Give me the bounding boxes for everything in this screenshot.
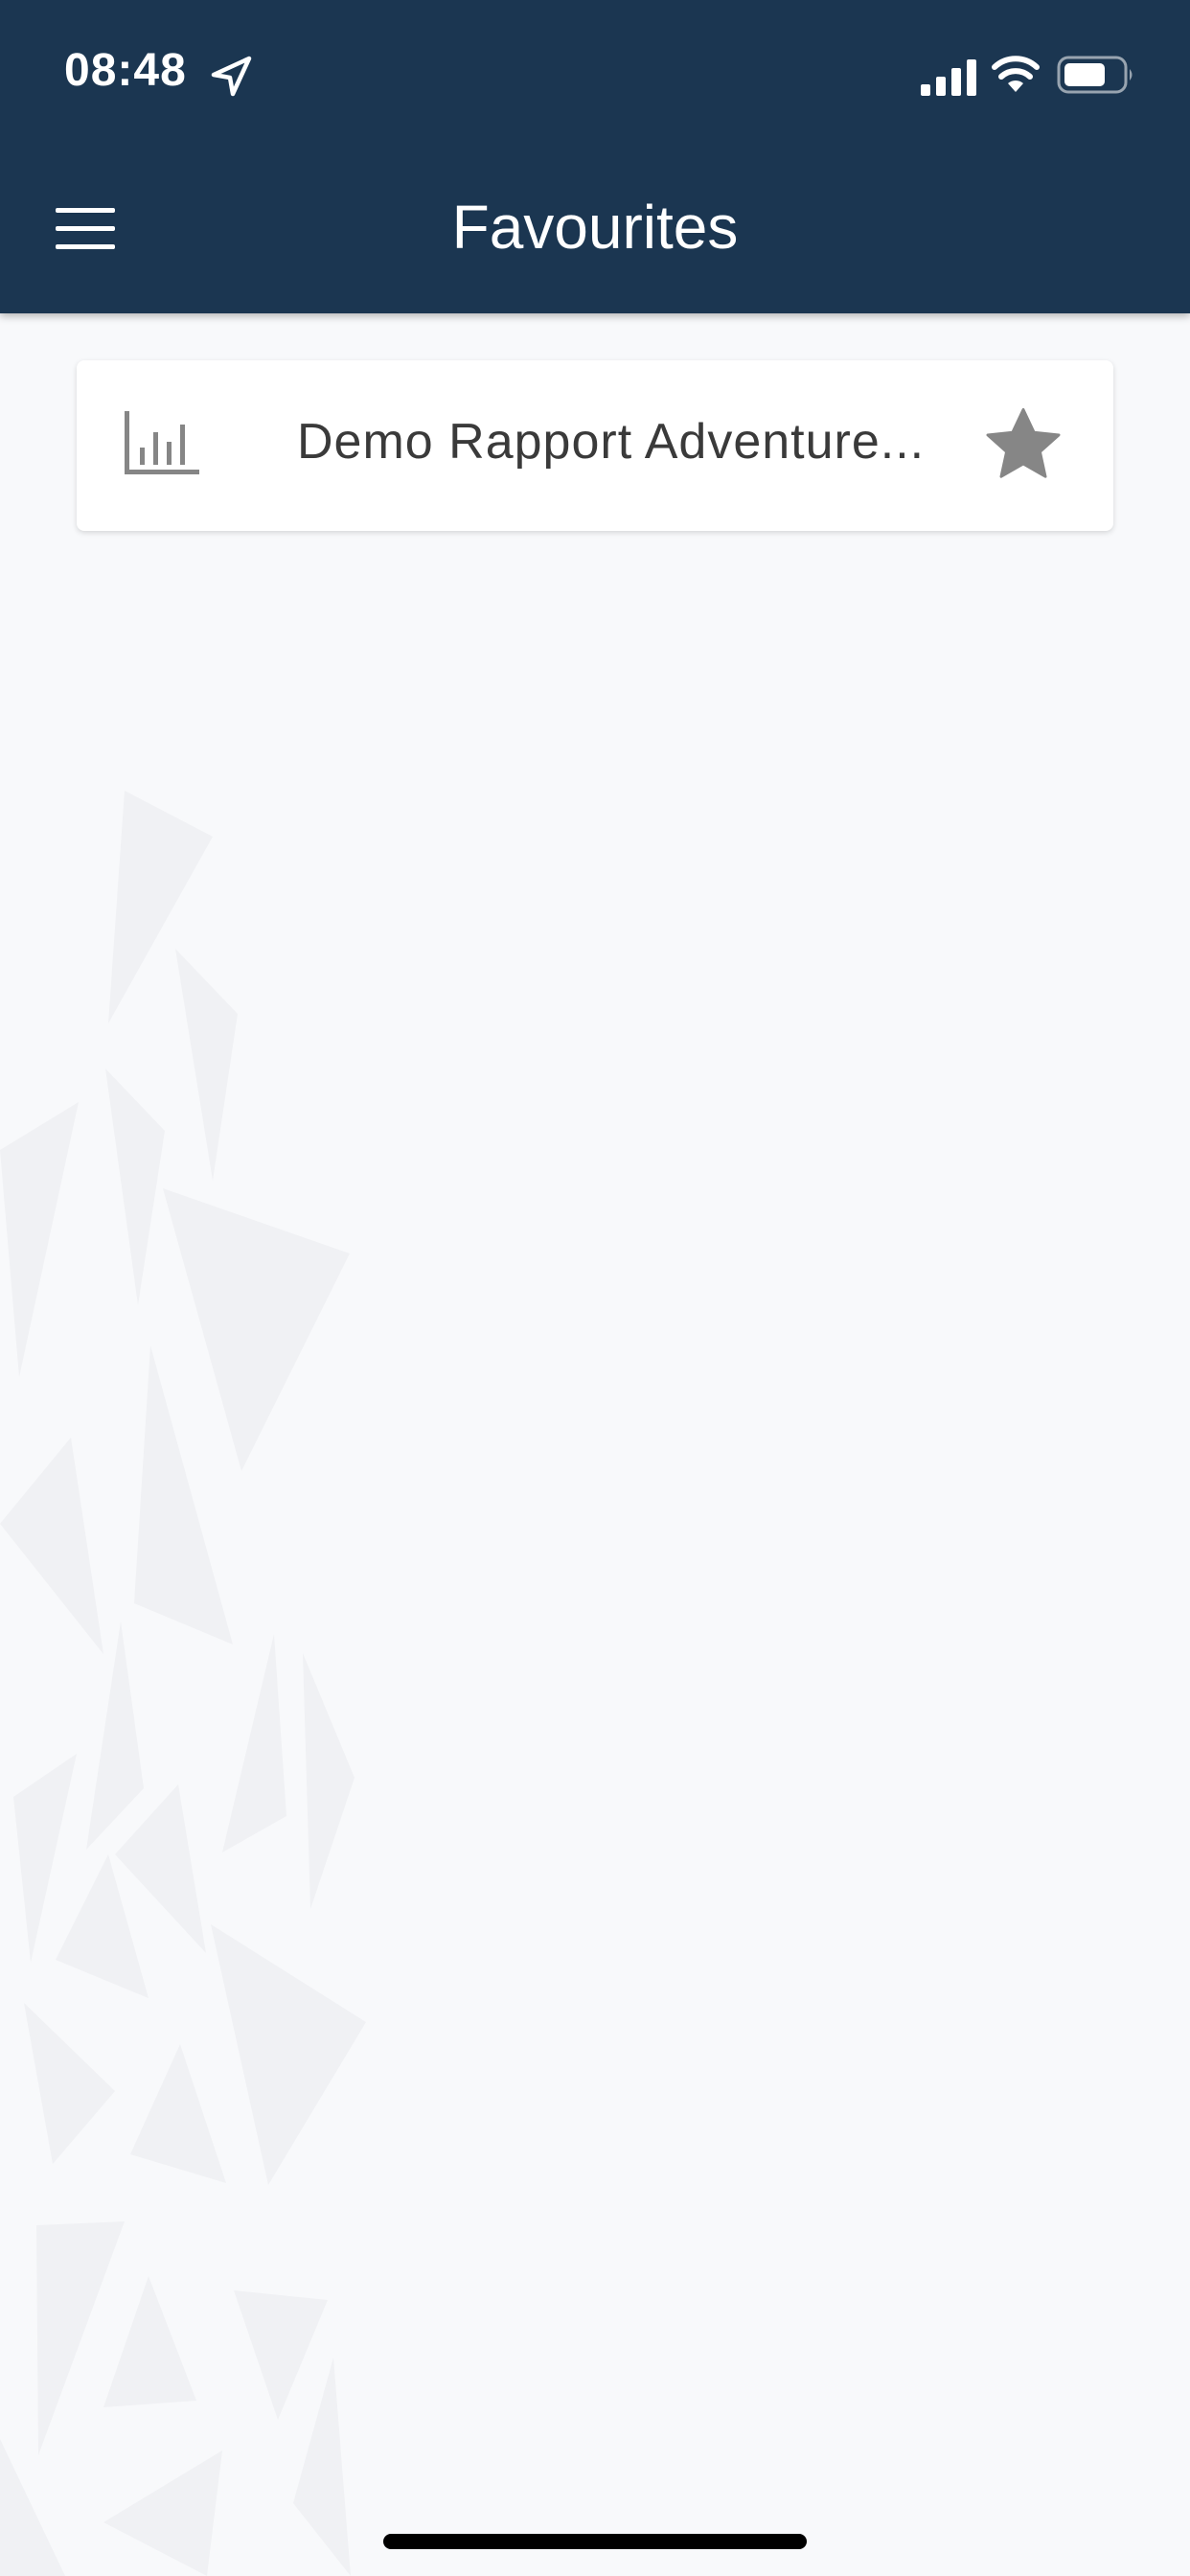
- app-header: 08:48 Favourites: [0, 0, 1190, 313]
- battery-icon: [1057, 56, 1133, 94]
- favourite-item[interactable]: Demo Rapport Adventure...: [77, 360, 1113, 531]
- star-filled-icon[interactable]: [981, 403, 1065, 484]
- wifi-icon: [992, 56, 1040, 92]
- home-indicator: [383, 2534, 807, 2549]
- location-arrow-icon: [211, 56, 252, 97]
- status-time: 08:48: [64, 45, 187, 96]
- favourite-item-label: Demo Rapport Adventure...: [297, 414, 926, 470]
- favourites-screen: 08:48 Favourites Demo Rapport Adventure.…: [0, 0, 1190, 2576]
- bar-chart-icon: [125, 411, 199, 474]
- page-title: Favourites: [451, 193, 739, 262]
- cellular-signal-icon: [921, 59, 976, 96]
